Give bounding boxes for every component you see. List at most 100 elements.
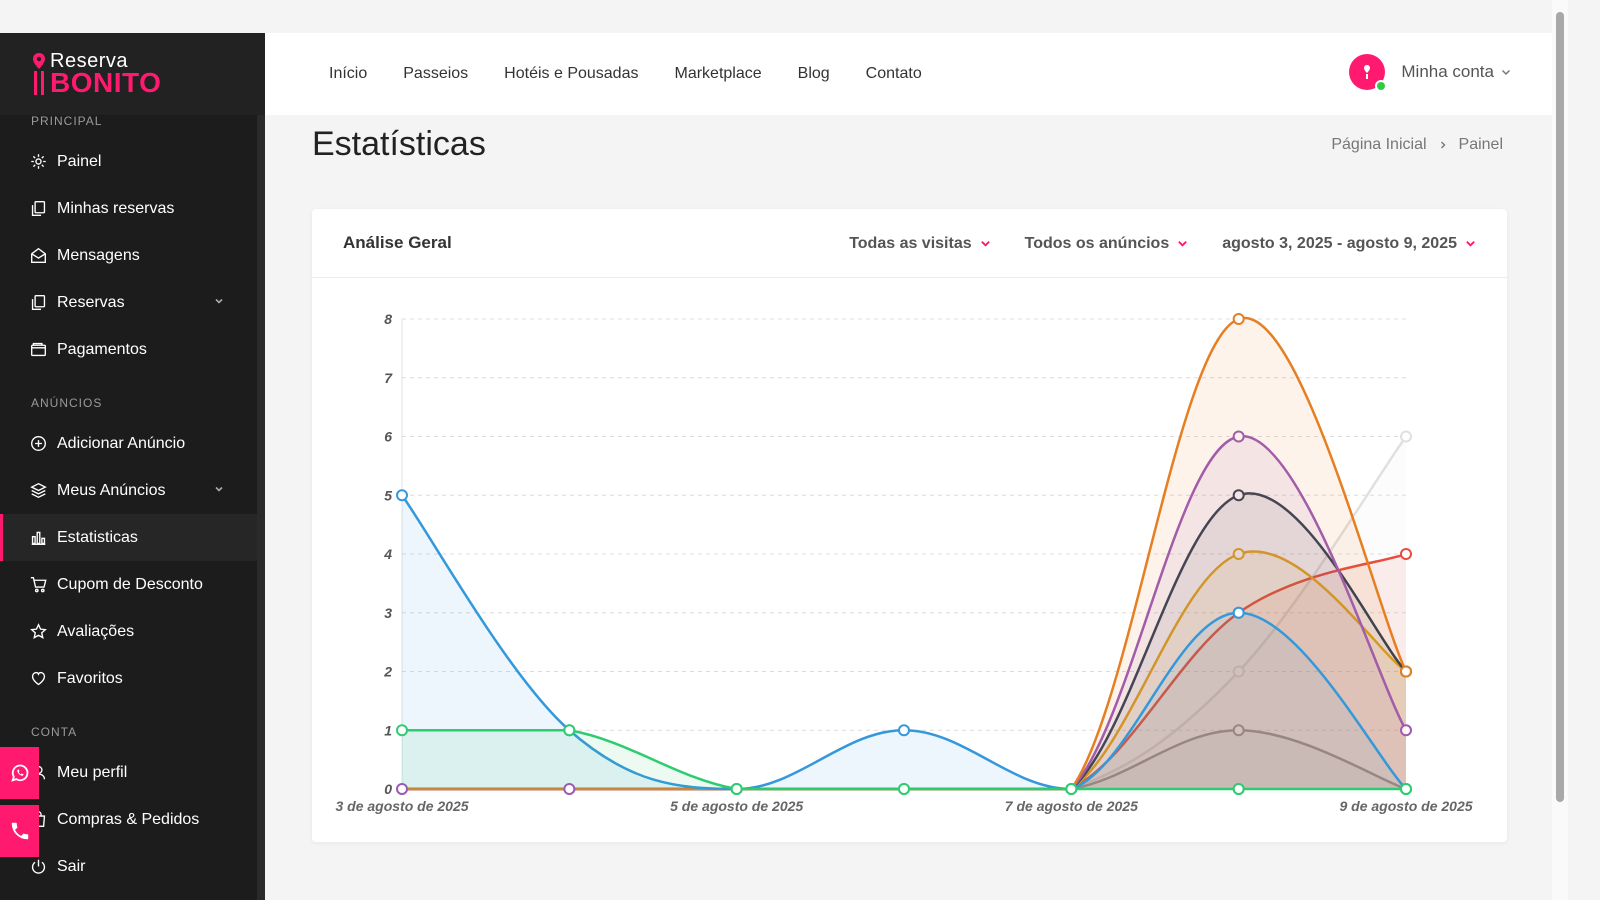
data-point [1065, 783, 1078, 795]
gear-icon [29, 153, 47, 171]
x-tick-label: 7 de agosto de 2025 [1005, 798, 1138, 814]
main-nav: Início Passeios Hotéis e Pousadas Market… [329, 33, 922, 115]
nav-link-contato[interactable]: Contato [866, 65, 922, 83]
data-point [1400, 548, 1412, 560]
chevron-down-icon [980, 241, 990, 247]
phone-icon [11, 822, 28, 840]
section-label-principal: PRINCIPAL [31, 114, 103, 128]
sidebar-item-estatisticas[interactable]: Estatisticas [0, 514, 257, 561]
y-tick-label: 4 [383, 546, 392, 562]
nav-link-inicio[interactable]: Início [329, 65, 367, 83]
breadcrumb-home[interactable]: Página Inicial [1331, 136, 1426, 154]
nav-link-passeios[interactable]: Passeios [403, 65, 468, 83]
cart-icon [29, 576, 47, 594]
account-label: Minha conta [1401, 62, 1494, 81]
section-label-conta: CONTA [31, 725, 78, 739]
page-title: Estatísticas [312, 125, 486, 163]
chevron-down-icon [1501, 69, 1511, 76]
star-icon [29, 623, 47, 641]
copy-icon [29, 294, 47, 312]
visits-filter-dropdown[interactable]: Todas as visitas [849, 235, 990, 253]
sidebar-item-adicionar-anuncio[interactable]: Adicionar Anúncio [0, 420, 257, 467]
sidebar-item-label: Favoritos [57, 669, 123, 687]
data-point [563, 724, 576, 737]
whatsapp-icon [10, 764, 28, 782]
sidebar-item-reservas[interactable]: Reservas [0, 279, 257, 326]
chevron-down-icon [1178, 241, 1188, 247]
chevron-down-icon [215, 298, 223, 304]
nav-link-blog[interactable]: Blog [798, 65, 830, 83]
chevron-right-icon [1440, 141, 1446, 149]
account-menu[interactable]: Minha conta [1349, 53, 1512, 92]
pin-icon [1364, 65, 1371, 79]
y-tick-label: 3 [384, 605, 392, 621]
sidebar-item-label: Cupom de Desconto [57, 575, 203, 593]
sidebar-item-pagamentos[interactable]: Pagamentos [0, 326, 257, 373]
breadcrumb-current: Painel [1458, 136, 1503, 153]
online-status-dot [1375, 80, 1388, 92]
scrollbar-thumb[interactable] [1556, 12, 1564, 802]
chevron-down-icon [215, 486, 223, 492]
envelope-icon [29, 247, 47, 265]
data-point [1400, 665, 1412, 678]
section-label-anuncios: ANÚNCIOS [31, 396, 103, 410]
card-title: Análise Geral [343, 233, 452, 252]
sidebar-item-label: Sair [57, 857, 86, 875]
y-tick-label: 2 [383, 664, 392, 680]
avatar[interactable] [1349, 54, 1388, 92]
y-tick-label: 6 [384, 429, 392, 445]
data-point [396, 724, 408, 737]
sidebar-item-cupom[interactable]: Cupom de Desconto [0, 561, 257, 608]
analytics-card: Análise Geral Todas as visitas Todos os … [312, 209, 1507, 842]
card-header: Análise Geral Todas as visitas Todos os … [312, 209, 1507, 278]
sidebar-item-label: Avaliações [57, 622, 135, 640]
data-point [1232, 313, 1245, 325]
data-point [396, 783, 408, 795]
sidebar-item-mensagens[interactable]: Mensagens [0, 232, 257, 279]
data-point [1232, 783, 1245, 795]
sidebar-item-label: Reservas [57, 293, 125, 311]
nav-link-hoteis[interactable]: Hotéis e Pousadas [504, 65, 638, 83]
logo: Reserva BONITO [32, 51, 161, 97]
sidebar-item-minhas-reservas[interactable]: Minhas reservas [0, 185, 257, 232]
sidebar: Reserva BONITO PRINCIPAL Painel Minhas r… [0, 33, 265, 900]
sidebar-item-label: Minhas reservas [57, 199, 175, 217]
data-point [1400, 430, 1412, 443]
whatsapp-button[interactable] [0, 747, 39, 799]
y-tick-label: 7 [384, 370, 393, 386]
sidebar-scrollbar[interactable] [257, 115, 265, 900]
filter-label: Todos os anúncios [1024, 234, 1170, 252]
data-point [563, 783, 576, 795]
y-tick-label: 8 [384, 311, 392, 327]
pin-icon [33, 53, 45, 95]
sidebar-item-meus-anuncios[interactable]: Meus Anúncios [0, 467, 257, 514]
phone-button[interactable] [0, 805, 39, 857]
wallet-icon [29, 341, 47, 359]
y-tick-label: 1 [384, 722, 392, 738]
x-tick-label: 9 de agosto de 2025 [1339, 798, 1472, 814]
sidebar-item-label: Adicionar Anúncio [57, 434, 186, 452]
page-scrollbar[interactable] [1552, 0, 1600, 900]
date-range-dropdown[interactable]: agosto 3, 2025 - agosto 9, 2025 [1222, 235, 1476, 253]
sidebar-item-label: Mensagens [57, 246, 140, 264]
sidebar-item-label: Pagamentos [57, 340, 147, 358]
top-header: Início Passeios Hotéis e Pousadas Market… [265, 33, 1552, 115]
brand[interactable]: Reserva BONITO [0, 33, 265, 115]
filter-label: agosto 3, 2025 - agosto 9, 2025 [1222, 234, 1457, 252]
sidebar-item-label: Painel [57, 152, 102, 170]
sidebar-item-label: Meu perfil [57, 763, 128, 781]
breadcrumb: Página Inicial Painel [1331, 136, 1503, 154]
sidebar-item-label: Compras & Pedidos [57, 810, 200, 828]
sidebar-item-avaliacoes[interactable]: Avaliações [0, 608, 257, 655]
line-chart: 0 1 2 3 4 5 6 7 8 3 de agosto de 2025 5 de agosto … [335, 311, 1472, 814]
logo-line2: BONITO [50, 67, 162, 98]
chart-filters: Todas as visitas Todos os anúncios agost… [849, 209, 1476, 278]
listings-filter-dropdown[interactable]: Todos os anúncios [1025, 235, 1189, 253]
sidebar-item-label: Meus Anúncios [57, 481, 166, 499]
nav-link-marketplace[interactable]: Marketplace [674, 65, 761, 83]
sidebar-item-favoritos[interactable]: Favoritos [0, 655, 257, 702]
heart-icon [29, 670, 47, 688]
bar-chart-icon [29, 529, 47, 547]
sidebar-item-painel[interactable]: Painel [0, 138, 257, 185]
y-tick-label: 0 [384, 781, 392, 797]
